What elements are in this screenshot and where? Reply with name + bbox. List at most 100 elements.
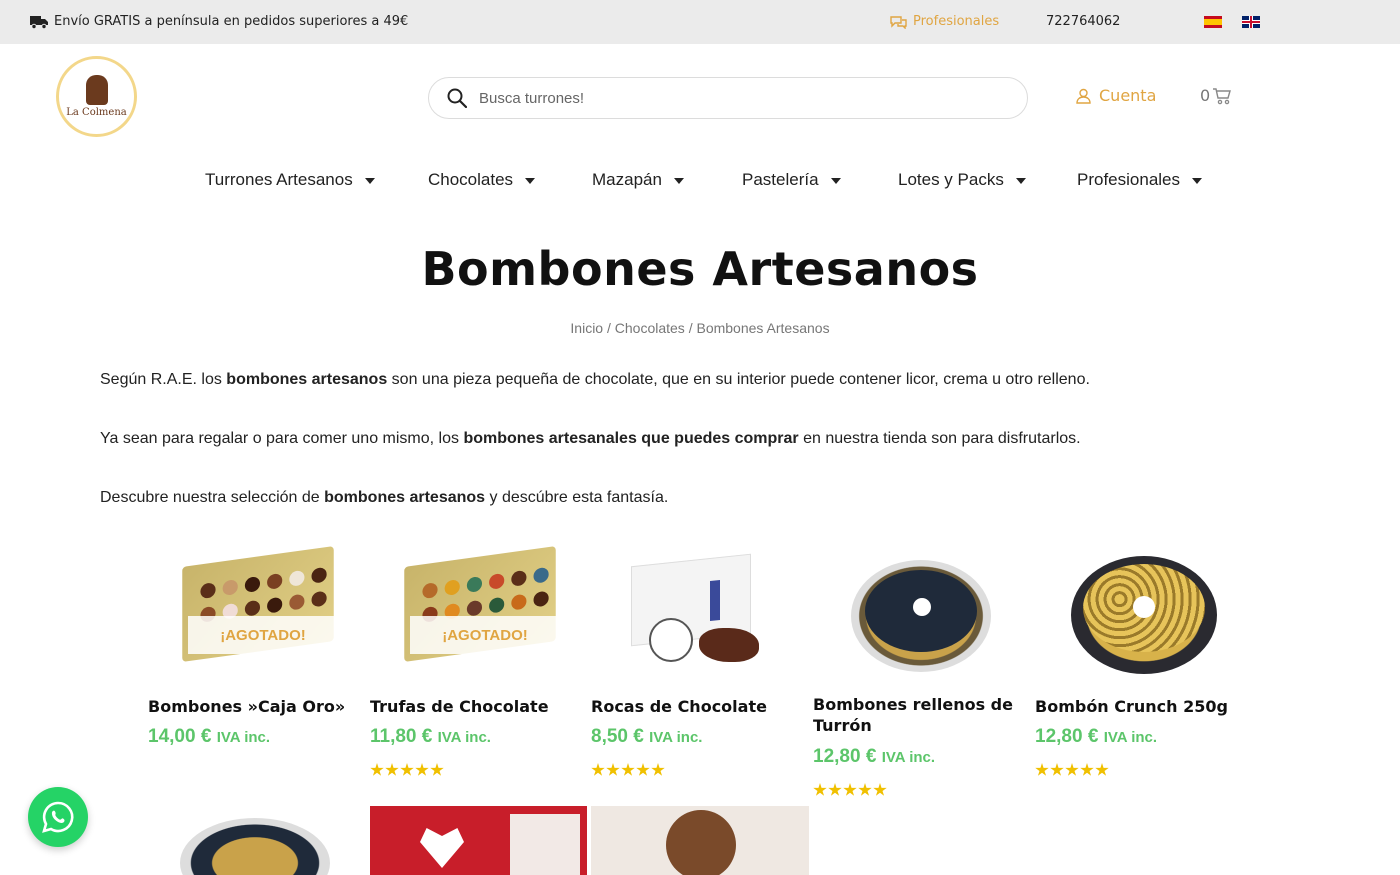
star-icon xyxy=(400,763,414,776)
star-icon xyxy=(843,783,857,796)
shipping-notice: Envío GRATIS a península en pedidos supe… xyxy=(30,14,408,29)
rating-stars xyxy=(813,783,887,797)
product-image[interactable] xyxy=(370,806,587,875)
breadcrumb-current: Bombones Artesanos xyxy=(696,320,830,336)
sold-out-badge: ¡AGOTADO! xyxy=(410,616,560,654)
nav-label[interactable]: Turrones Artesanos xyxy=(205,170,353,190)
center-label-image xyxy=(913,598,931,616)
heart-icon xyxy=(420,828,464,868)
bold-text: bombones artesanos xyxy=(324,489,486,506)
sold-out-badge: ¡AGOTADO! xyxy=(188,616,338,654)
star-icon xyxy=(621,763,635,776)
star-icon xyxy=(651,763,665,776)
nav-label[interactable]: Mazapán xyxy=(592,170,662,190)
professionals-link[interactable]: Profesionales xyxy=(890,14,999,29)
description-paragraph: Según R.A.E. los bombones artesanos son … xyxy=(100,371,1090,389)
account-label[interactable]: Cuenta xyxy=(1099,86,1156,105)
chat-icon xyxy=(890,15,907,29)
tax-label: IVA inc. xyxy=(649,729,703,746)
shipping-text: Envío GRATIS a península en pedidos supe… xyxy=(54,14,409,29)
tax-label: IVA inc. xyxy=(216,729,271,746)
product-image[interactable] xyxy=(1035,550,1245,680)
star-icon xyxy=(873,783,887,796)
product-image[interactable] xyxy=(813,550,1023,680)
nav-label[interactable]: Profesionales xyxy=(1077,170,1180,190)
user-icon xyxy=(1076,88,1091,104)
tax-label: IVA inc. xyxy=(881,749,936,766)
price-value: 8,50 € xyxy=(591,726,644,747)
nav-item-turrones[interactable]: Turrones Artesanos xyxy=(205,170,375,190)
breadcrumb-chocolates[interactable]: Chocolates xyxy=(615,320,685,336)
star-icon xyxy=(1065,763,1079,776)
bold-text: bombones artesanos xyxy=(226,371,388,388)
product-name[interactable]: Trufas de Chocolate xyxy=(370,696,580,717)
nav-item-chocolates[interactable]: Chocolates xyxy=(428,170,536,190)
caret-down-icon xyxy=(525,178,536,184)
chocolate-bear-image xyxy=(666,810,736,875)
cart-link[interactable]: 0 xyxy=(1200,86,1232,105)
account-link[interactable]: Cuenta xyxy=(1076,86,1156,105)
breadcrumb-home[interactable]: Inicio xyxy=(570,320,603,336)
product-price: 12,80 € IVA inc. xyxy=(1035,726,1157,748)
product-name[interactable]: Bombones rellenos de Turrón xyxy=(813,694,1023,736)
text-fragment: Ya sean para regalar o para comer uno mi… xyxy=(100,430,464,447)
price-value: 12,80 € xyxy=(813,746,877,767)
rating-stars xyxy=(591,763,665,777)
card-image xyxy=(510,814,580,875)
spanish-flag-icon[interactable] xyxy=(1204,16,1222,28)
text-fragment: Según R.A.E. los xyxy=(100,371,227,388)
rock-chocolate-image xyxy=(699,628,759,662)
nav-item-mazapan[interactable]: Mazapán xyxy=(592,170,684,190)
product-image[interactable] xyxy=(591,806,809,875)
product-name[interactable]: Rocas de Chocolate xyxy=(591,696,801,717)
star-icon xyxy=(430,763,444,776)
text-fragment: y descúbre esta fantasía. xyxy=(485,489,669,506)
product-name[interactable]: Bombón Crunch 250g xyxy=(1035,696,1245,717)
description-paragraph: Descubre nuestra selección de bombones a… xyxy=(100,489,668,507)
product-image[interactable]: ¡AGOTADO! xyxy=(370,546,580,680)
english-flag-icon[interactable] xyxy=(1242,16,1260,28)
caret-down-icon xyxy=(830,178,841,184)
search-input[interactable] xyxy=(479,89,979,107)
nav-label[interactable]: Lotes y Packs xyxy=(898,170,1004,190)
star-icon xyxy=(591,763,605,776)
star-icon xyxy=(636,763,650,776)
search-bar[interactable] xyxy=(428,77,1028,119)
star-icon xyxy=(1050,763,1064,776)
product-image[interactable] xyxy=(180,818,330,875)
center-label-image xyxy=(1133,596,1155,618)
caret-down-icon xyxy=(1015,178,1026,184)
star-icon xyxy=(370,763,384,776)
product-image[interactable]: ¡AGOTADO! xyxy=(148,546,358,680)
search-icon[interactable] xyxy=(447,88,467,108)
caret-down-icon xyxy=(673,178,684,184)
product-price: 12,80 € IVA inc. xyxy=(813,746,935,768)
whatsapp-icon xyxy=(42,801,74,833)
nav-item-lotes[interactable]: Lotes y Packs xyxy=(898,170,1026,190)
professionals-label[interactable]: Profesionales xyxy=(913,14,999,29)
nav-item-pasteleria[interactable]: Pastelería xyxy=(742,170,841,190)
star-icon xyxy=(1080,763,1094,776)
cart-icon xyxy=(1213,87,1232,104)
product-name[interactable]: Bombones »Caja Oro» xyxy=(148,696,358,717)
price-value: 14,00 € xyxy=(148,726,212,747)
caret-down-icon xyxy=(1192,178,1203,184)
star-icon xyxy=(828,783,842,796)
whatsapp-button[interactable] xyxy=(28,787,88,847)
site-logo[interactable]: La Colmena xyxy=(56,56,137,137)
text-fragment: en nuestra tienda son para disfrutarlos. xyxy=(798,430,1081,447)
rating-stars xyxy=(1035,763,1109,777)
star-icon xyxy=(1035,763,1049,776)
logo-text: La Colmena xyxy=(66,107,127,118)
truck-icon xyxy=(30,15,48,29)
breadcrumb: Inicio / Chocolates / Bombones Artesanos xyxy=(570,320,830,336)
product-image[interactable] xyxy=(591,550,801,680)
nav-label[interactable]: Chocolates xyxy=(428,170,513,190)
nav-item-profesionales[interactable]: Profesionales xyxy=(1077,170,1203,190)
star-icon xyxy=(415,763,429,776)
nav-label[interactable]: Pastelería xyxy=(742,170,819,190)
label-sticker-image xyxy=(649,618,693,662)
star-icon xyxy=(385,763,399,776)
tax-label: IVA inc. xyxy=(1103,729,1158,746)
phone-number[interactable]: 722764062 xyxy=(1046,14,1120,29)
